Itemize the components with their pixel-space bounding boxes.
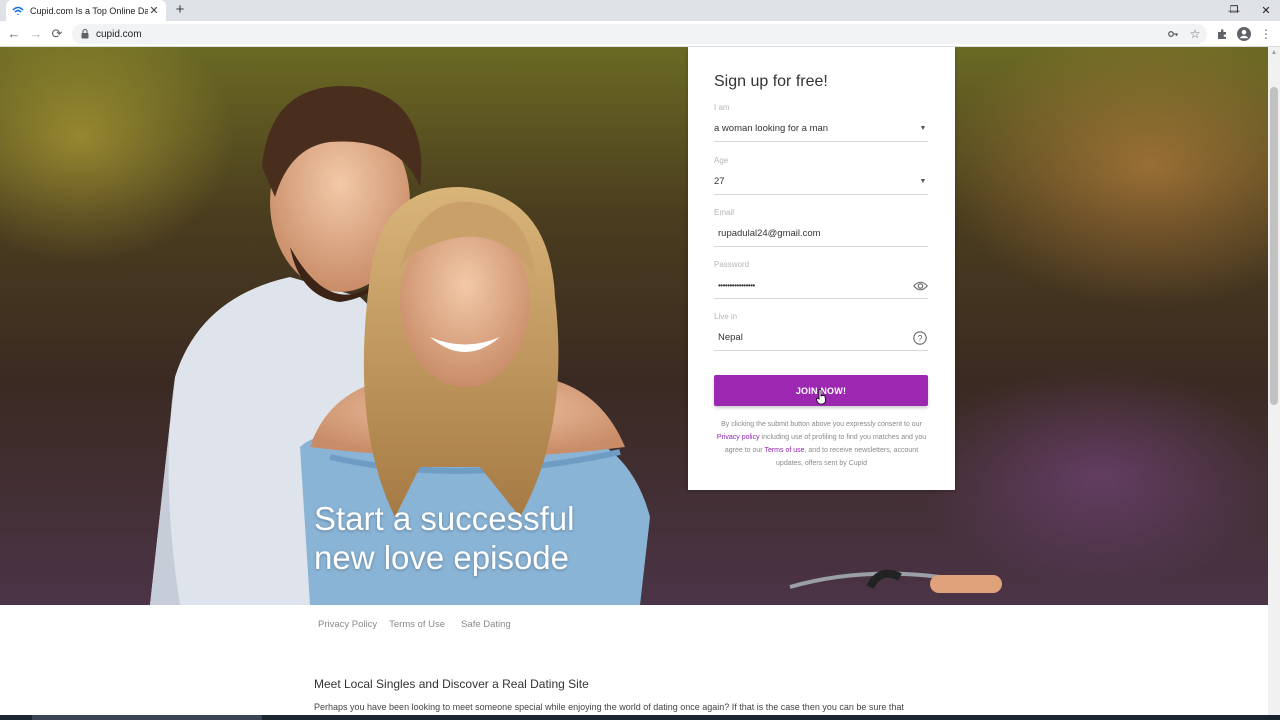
cupid-favicon-icon	[12, 5, 24, 17]
tab-close-icon[interactable]: ✕	[148, 4, 160, 17]
age-select[interactable]: 27 ▼	[714, 169, 928, 195]
lock-icon	[80, 29, 90, 39]
help-question-icon[interactable]: ?	[912, 330, 928, 346]
consent-text: By clicking the submit button above you …	[712, 418, 931, 470]
key-icon[interactable]	[1164, 24, 1182, 44]
consent-part-1: By clicking the submit button above you …	[721, 421, 922, 428]
live-in-label: Live in	[714, 312, 738, 321]
close-window-icon[interactable]: ✕	[1250, 0, 1280, 21]
i-am-select[interactable]: a woman looking for a man ▼	[714, 116, 928, 142]
hand-cursor-icon	[816, 389, 826, 405]
hero-heading-line-2: new love episode	[314, 539, 570, 576]
i-am-value: a woman looking for a man	[714, 123, 829, 134]
hero-heading: Start a successful new love episode	[314, 499, 714, 577]
seo-heading: Meet Local Singles and Discover a Real D…	[314, 677, 589, 691]
password-label: Password	[714, 260, 750, 269]
email-field[interactable]: rupadulal24@gmail.com	[714, 221, 928, 247]
age-value: 27	[714, 176, 725, 187]
back-arrow-icon[interactable]: ←	[5, 25, 23, 43]
address-bar[interactable]: cupid.com ☆	[72, 24, 1207, 44]
taskbar-segment[interactable]	[32, 715, 262, 720]
live-in-field[interactable]: Nepal ?	[714, 325, 928, 351]
signup-title: Sign up for free!	[714, 73, 828, 90]
footer-safe-dating-link[interactable]: Safe Dating	[461, 619, 511, 630]
bookmark-star-icon[interactable]: ☆	[1186, 24, 1204, 44]
terms-of-use-link[interactable]: Terms of use	[764, 447, 804, 454]
extensions-icon[interactable]	[1213, 25, 1231, 43]
restore-window-icon[interactable]: ❐	[1226, 0, 1242, 21]
hero-heading-line-1: Start a successful	[314, 500, 575, 537]
reload-icon[interactable]: ⟳	[48, 25, 66, 43]
footer-links: Privacy Policy Terms of Use Safe Dating	[318, 619, 523, 630]
forward-arrow-icon[interactable]: →	[27, 25, 45, 43]
age-label: Age	[714, 156, 729, 165]
password-field[interactable]: ••••••••••••••••	[714, 273, 928, 299]
menu-kebab-icon[interactable]: ⋮	[1257, 25, 1275, 43]
signup-card: Sign up for free! I am a woman looking f…	[688, 47, 955, 490]
page-scrollbar[interactable]: ▲	[1268, 47, 1280, 720]
tab-title: Cupid.com Is a Top Online Dating	[30, 5, 148, 16]
browser-toolbar: ← → ⟳ cupid.com ☆ ⋮	[0, 21, 1280, 47]
show-password-eye-icon[interactable]	[912, 278, 928, 294]
footer-terms-of-use-link[interactable]: Terms of Use	[389, 619, 445, 630]
page-viewport: Start a successful new love episode Sign…	[0, 47, 1268, 720]
browser-tab[interactable]: Cupid.com Is a Top Online Dating ✕	[6, 0, 166, 21]
dropdown-arrow-icon: ▼	[919, 178, 927, 185]
hero-section: Start a successful new love episode	[0, 47, 1268, 605]
footer-privacy-policy-link[interactable]: Privacy Policy	[318, 619, 377, 630]
privacy-policy-link[interactable]: Privacy policy	[717, 434, 760, 441]
svg-text:?: ?	[917, 333, 922, 343]
email-label: Email	[714, 208, 735, 217]
profile-avatar-icon[interactable]	[1235, 25, 1253, 43]
new-tab-button[interactable]: +	[172, 2, 188, 18]
scroll-up-arrow-icon[interactable]: ▲	[1268, 47, 1280, 59]
browser-tabstrip: Cupid.com Is a Top Online Dating ✕ + — ✕…	[0, 0, 1280, 21]
seo-paragraph: Perhaps you have been looking to meet so…	[314, 702, 904, 712]
password-value: ••••••••••••••••	[718, 281, 755, 290]
email-value: rupadulal24@gmail.com	[718, 228, 821, 239]
i-am-label: I am	[714, 103, 730, 112]
scrollbar-thumb[interactable]	[1270, 87, 1278, 405]
live-in-value: Nepal	[718, 332, 743, 343]
dropdown-arrow-icon: ▼	[919, 125, 927, 132]
url-text: cupid.com	[96, 28, 142, 40]
os-taskbar	[0, 715, 1280, 720]
